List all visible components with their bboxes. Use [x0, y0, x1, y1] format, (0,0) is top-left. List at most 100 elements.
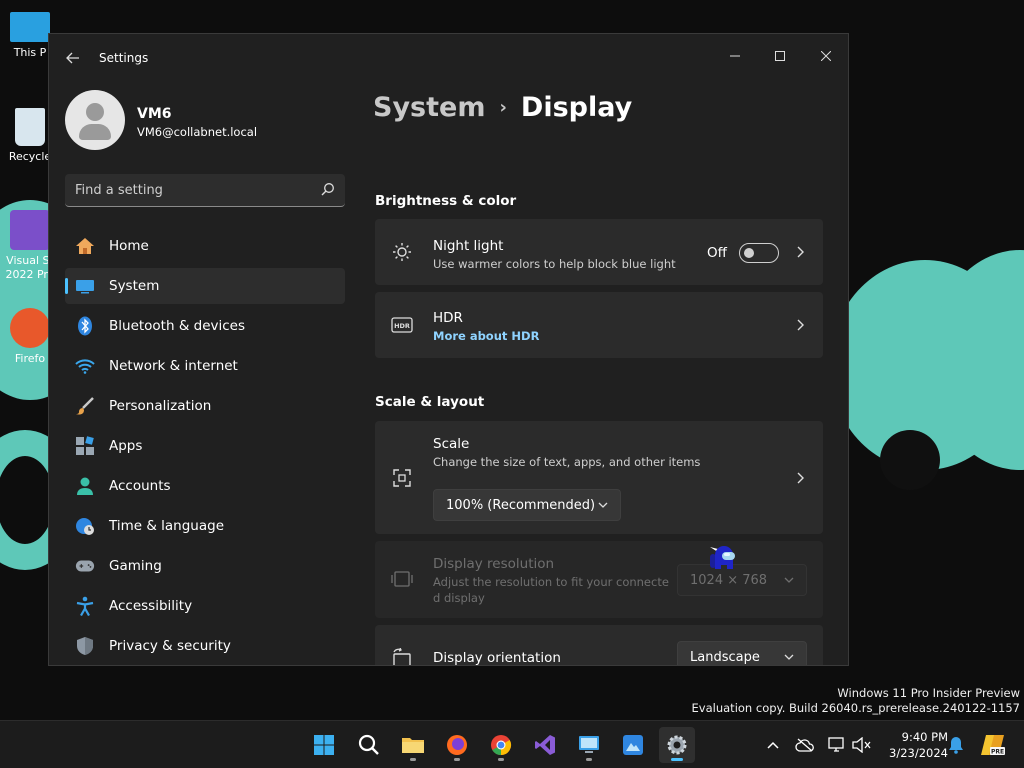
chevron-down-icon: [784, 654, 794, 660]
breadcrumb: System › Display: [373, 92, 632, 123]
scale-card[interactable]: Scale Change the size of text, apps, and…: [375, 421, 823, 534]
chrome-icon: [491, 735, 512, 756]
tray-volume[interactable]: [850, 733, 874, 757]
orientation-dropdown[interactable]: Landscape: [677, 641, 807, 665]
maximize-button[interactable]: [757, 40, 803, 72]
sidebar-item-personalization[interactable]: Personalization: [65, 388, 345, 424]
avatar[interactable]: [65, 90, 125, 150]
taskbar-firefox[interactable]: [439, 727, 475, 763]
scale-dropdown[interactable]: 100% (Recommended): [433, 489, 621, 521]
search-input[interactable]: [65, 174, 305, 206]
taskbar-paint[interactable]: [615, 727, 651, 763]
scale-subtitle: Change the size of text, apps, and other…: [433, 455, 701, 469]
start-button[interactable]: [306, 727, 342, 763]
orientation-card[interactable]: Display orientation Landscape: [375, 625, 823, 666]
chevron-right-icon: [797, 319, 804, 331]
section-heading-brightness: Brightness & color: [375, 193, 517, 209]
tray-onedrive[interactable]: [793, 733, 817, 757]
watermark-line1: Windows 11 Pro Insider Preview: [837, 686, 1020, 700]
running-indicator: [498, 758, 504, 761]
hdr-card[interactable]: HDR HDR More about HDR: [375, 292, 823, 358]
gamepad-icon: [75, 556, 95, 576]
taskbar-file-explorer[interactable]: [395, 727, 431, 763]
tray-copilot[interactable]: PRE: [978, 733, 1008, 757]
sidebar-item-system[interactable]: System: [65, 268, 345, 304]
section-heading-scale-layout: Scale & layout: [375, 394, 485, 410]
chevron-right-icon: [797, 472, 804, 484]
resolution-card: Display resolution Adjust the resolution…: [375, 541, 823, 618]
clock-time: 9:40 PM: [901, 730, 948, 744]
window-title: Settings: [99, 51, 149, 65]
chevron-down-icon: [598, 502, 608, 508]
sidebar-item-bluetooth[interactable]: Bluetooth & devices: [65, 308, 345, 344]
user-name: VM6: [137, 106, 172, 122]
firefox-icon: [447, 735, 467, 755]
night-light-subtitle: Use warmer colors to help block blue lig…: [433, 257, 676, 271]
scale-icon: [391, 467, 413, 489]
volume-muted-icon: [852, 737, 871, 753]
sidebar-item-time-language[interactable]: Time & language: [65, 508, 345, 544]
night-light-state: Off: [707, 245, 727, 261]
settings-icon: [667, 735, 687, 755]
visual-studio-icon: [535, 735, 555, 755]
taskbar-remote-desktop[interactable]: [571, 727, 607, 763]
taskbar: 9:40 PM 3/23/2024 PRE: [0, 720, 1024, 768]
search-icon[interactable]: [321, 182, 335, 196]
resolution-dropdown: 1024 × 768: [677, 564, 807, 596]
running-indicator: [410, 758, 416, 761]
watermark-line2: Evaluation copy. Build 26040.rs_prerelea…: [691, 701, 1020, 715]
taskbar-search-button[interactable]: [351, 727, 387, 763]
sidebar-item-apps[interactable]: Apps: [65, 428, 345, 464]
clock-date: 3/23/2024: [889, 746, 948, 760]
hdr-icon: HDR: [391, 314, 413, 336]
start-icon: [314, 735, 334, 755]
toggle-knob: [744, 248, 754, 258]
scale-value: 100% (Recommended): [446, 497, 596, 513]
minimize-button[interactable]: [712, 40, 758, 72]
bell-icon: [949, 737, 963, 754]
close-button[interactable]: [803, 40, 848, 72]
night-light-card[interactable]: Night light Use warmer colors to help bl…: [375, 219, 823, 285]
taskbar-settings[interactable]: [659, 727, 695, 763]
copilot-icon: PRE: [981, 735, 1005, 756]
sidebar-item-accessibility[interactable]: Accessibility: [65, 588, 345, 624]
hdr-title: HDR: [433, 310, 463, 326]
sidebar-item-network[interactable]: Network & internet: [65, 348, 345, 384]
chevron-right-icon: [797, 246, 804, 258]
tray-overflow-button[interactable]: [761, 733, 785, 757]
sidebar-item-privacy-security[interactable]: Privacy & security: [65, 628, 345, 664]
taskbar-chrome[interactable]: [483, 727, 519, 763]
search-box[interactable]: [65, 174, 345, 207]
paint-icon: [623, 735, 643, 755]
taskbar-visual-studio[interactable]: [527, 727, 563, 763]
sidebar-item-gaming[interactable]: Gaming: [65, 548, 345, 584]
running-indicator: [671, 758, 683, 761]
hdr-link[interactable]: More about HDR: [433, 329, 539, 343]
file-explorer-icon: [402, 738, 424, 753]
taskbar-clock[interactable]: 9:40 PM 3/23/2024: [872, 729, 948, 761]
chevron-down-icon: [784, 577, 794, 583]
maximize-icon: [775, 51, 785, 61]
back-button[interactable]: [61, 46, 85, 70]
network-icon: [828, 737, 844, 752]
shield-icon: [75, 636, 95, 656]
running-indicator: [454, 758, 460, 761]
title-bar[interactable]: Settings: [49, 34, 848, 82]
accessibility-icon: [75, 596, 95, 616]
tray-network[interactable]: [825, 733, 849, 757]
resolution-subtitle-line1: Adjust the resolution to fit your connec…: [433, 575, 669, 589]
sidebar-item-accounts[interactable]: Accounts: [65, 468, 345, 504]
breadcrumb-separator: ›: [499, 97, 507, 118]
avatar-body: [79, 124, 111, 140]
scale-title: Scale: [433, 436, 470, 452]
page-title: Display: [520, 92, 633, 123]
tray-notifications[interactable]: [944, 733, 968, 757]
globe-clock-icon: [75, 516, 95, 536]
svg-text:HDR: HDR: [394, 322, 410, 330]
chevron-up-icon: [767, 741, 779, 749]
breadcrumb-parent[interactable]: System: [373, 92, 485, 123]
sidebar-item-home[interactable]: Home: [65, 228, 345, 264]
close-icon: [821, 51, 831, 61]
night-light-toggle[interactable]: [739, 243, 779, 263]
orientation-title: Display orientation: [433, 650, 561, 666]
